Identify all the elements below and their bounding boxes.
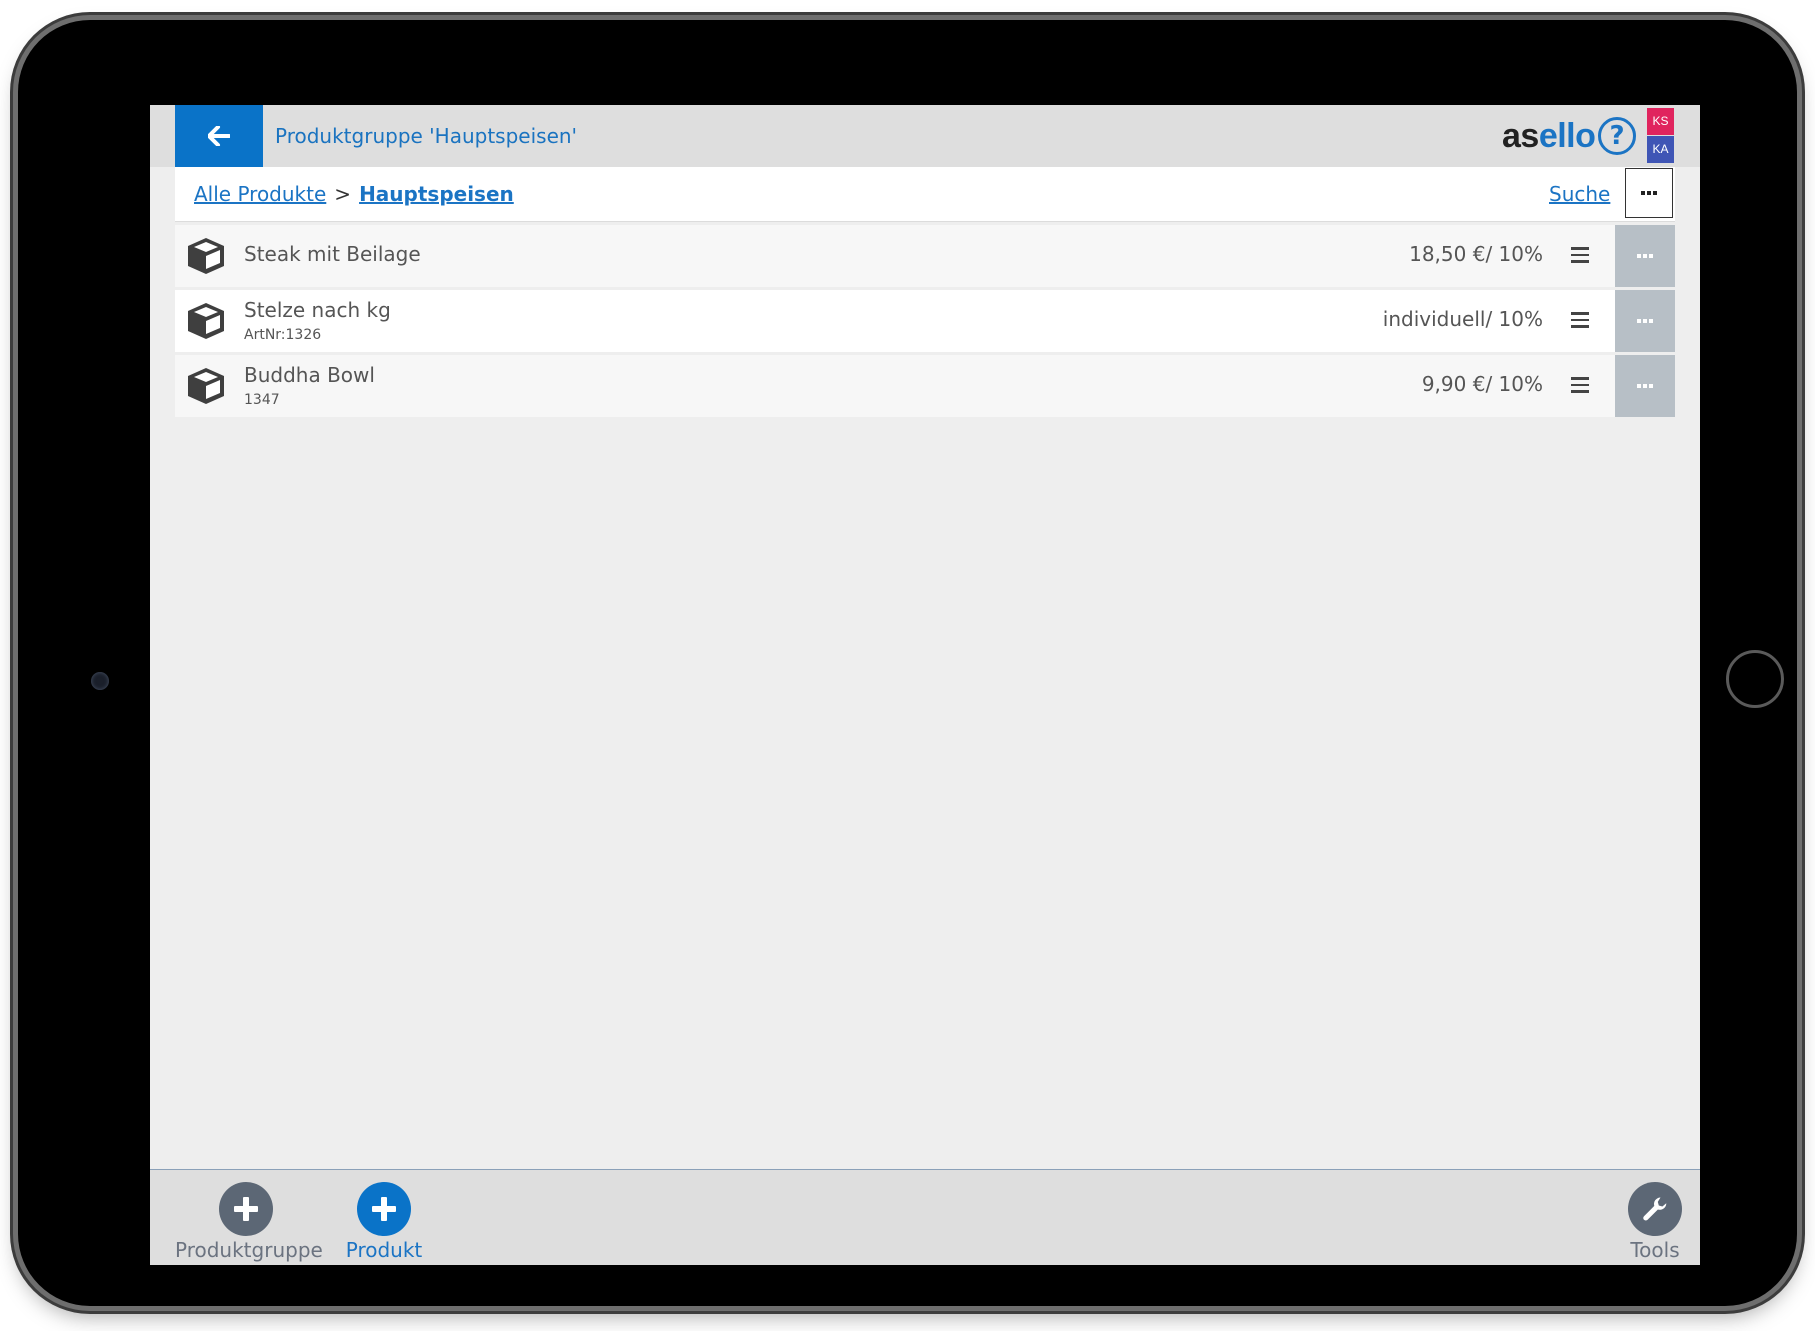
logo-text-part1: as [1502,117,1539,155]
tablet-frame: Produktgruppe 'Hauptspeisen' asello ? KS… [18,20,1797,1306]
camera [91,672,109,690]
product-article-number: ArtNr:1326 [244,327,322,343]
breadcrumb: Alle Produkte > Hauptspeisen [194,167,514,221]
plus-icon [357,1182,411,1236]
arrow-left-icon [208,126,230,146]
badge-ks[interactable]: KS [1647,108,1674,135]
badge-ka[interactable]: KA [1647,136,1674,163]
product-name: Stelze nach kg [244,298,391,322]
add-product-button[interactable]: Produkt [338,1182,430,1262]
search-link[interactable]: Suche [1549,167,1610,221]
ellipsis-icon [1641,191,1657,195]
product-list: Steak mit Beilage 18,50 €/ 10% Stelze na… [175,225,1675,420]
help-button[interactable]: ? [1598,117,1636,155]
add-product-group-button[interactable]: Produktgruppe [175,1182,323,1262]
product-row-1[interactable]: Steak mit Beilage 18,50 €/ 10% [175,225,1675,287]
box-icon [188,303,224,339]
plus-icon [219,1182,273,1236]
product-price: 18,50 €/ 10% [1409,242,1543,266]
hamburger-icon[interactable] [1571,312,1589,328]
home-button[interactable] [1726,650,1784,708]
hamburger-icon[interactable] [1571,377,1589,393]
tools-label: Tools [1630,1238,1680,1262]
box-icon [188,238,224,274]
page-title: Produktgruppe 'Hauptspeisen' [275,124,578,148]
product-price: individuell/ 10% [1382,307,1543,331]
breadcrumb-current-link[interactable]: Hauptspeisen [359,182,514,206]
add-product-label: Produkt [345,1238,423,1262]
product-more-button[interactable] [1615,225,1675,287]
breadcrumb-separator: > [334,182,352,206]
bottom-toolbar: Produktgruppe Produkt Tools [150,1169,1700,1265]
product-article-number: 1347 [244,392,280,408]
add-product-group-label: Produktgruppe [175,1238,323,1262]
more-options-button[interactable] [1625,168,1673,218]
product-row-2[interactable]: Stelze nach kg ArtNr:1326 individuell/ 1… [175,290,1675,352]
ellipsis-icon [1637,384,1653,388]
breadcrumb-root-link[interactable]: Alle Produkte [194,182,326,206]
back-button[interactable] [175,105,263,167]
top-bar: Produktgruppe 'Hauptspeisen' asello ? KS… [150,105,1700,167]
product-name: Steak mit Beilage [244,242,421,266]
product-row-3[interactable]: Buddha Bowl 1347 9,90 €/ 10% [175,355,1675,417]
ellipsis-icon [1637,254,1653,258]
wrench-icon [1628,1182,1682,1236]
hamburger-icon[interactable] [1571,247,1589,263]
help-icon: ? [1609,121,1625,151]
app-screen: Produktgruppe 'Hauptspeisen' asello ? KS… [150,105,1700,1265]
product-more-button[interactable] [1615,355,1675,417]
breadcrumb-bar: Alle Produkte > Hauptspeisen Suche [175,167,1675,222]
product-more-button[interactable] [1615,290,1675,352]
ellipsis-icon [1637,319,1653,323]
logo-text-part2: ello [1538,117,1596,155]
asello-logo: asello [1502,113,1596,159]
box-icon [188,368,224,404]
tools-button[interactable]: Tools [1620,1182,1690,1262]
product-price: 9,90 €/ 10% [1421,372,1543,396]
product-name: Buddha Bowl [244,363,375,387]
